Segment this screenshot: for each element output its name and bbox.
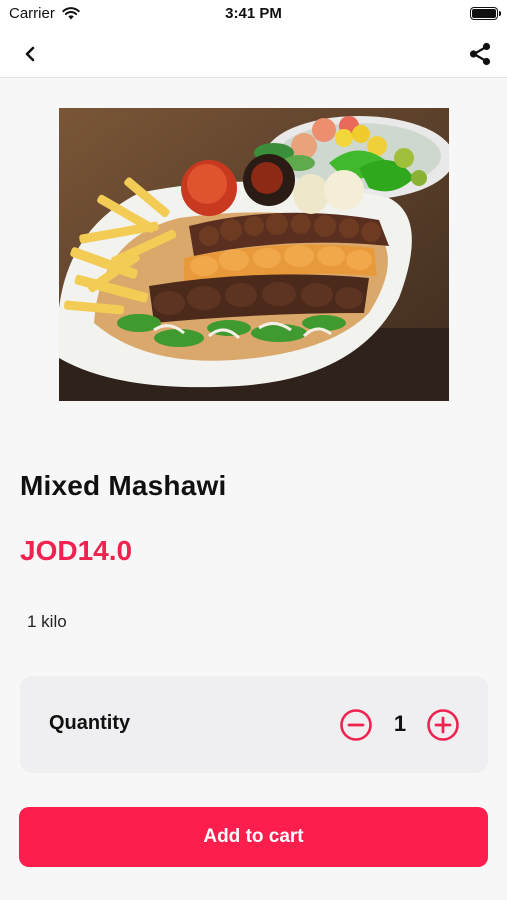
battery-icon: [470, 7, 501, 20]
status-time: 3:41 PM: [225, 5, 282, 22]
share-icon: [469, 42, 491, 66]
nav-bar: [0, 28, 507, 78]
product-image: [59, 108, 449, 401]
add-to-cart-button[interactable]: Add to cart: [19, 807, 488, 867]
quantity-label: Quantity: [49, 712, 131, 734]
food-photo: [59, 108, 449, 401]
quantity-card: Quantity 1: [20, 676, 488, 773]
decrease-quantity-button[interactable]: [339, 708, 373, 742]
minus-circle-icon: [340, 709, 372, 741]
add-to-cart-label: Add to cart: [203, 826, 304, 847]
product-name: Mixed Mashawi: [20, 470, 227, 501]
back-button[interactable]: [14, 38, 46, 70]
product-description: 1 kilo: [27, 612, 67, 631]
plus-circle-icon: [427, 709, 459, 741]
share-button[interactable]: [463, 37, 497, 71]
quantity-value: 1: [393, 711, 407, 736]
product-price: JOD14.0: [20, 535, 133, 566]
chevron-left-icon: [25, 46, 35, 62]
increase-quantity-button[interactable]: [426, 708, 460, 742]
status-bar: Carrier 3:41 PM: [0, 0, 507, 28]
